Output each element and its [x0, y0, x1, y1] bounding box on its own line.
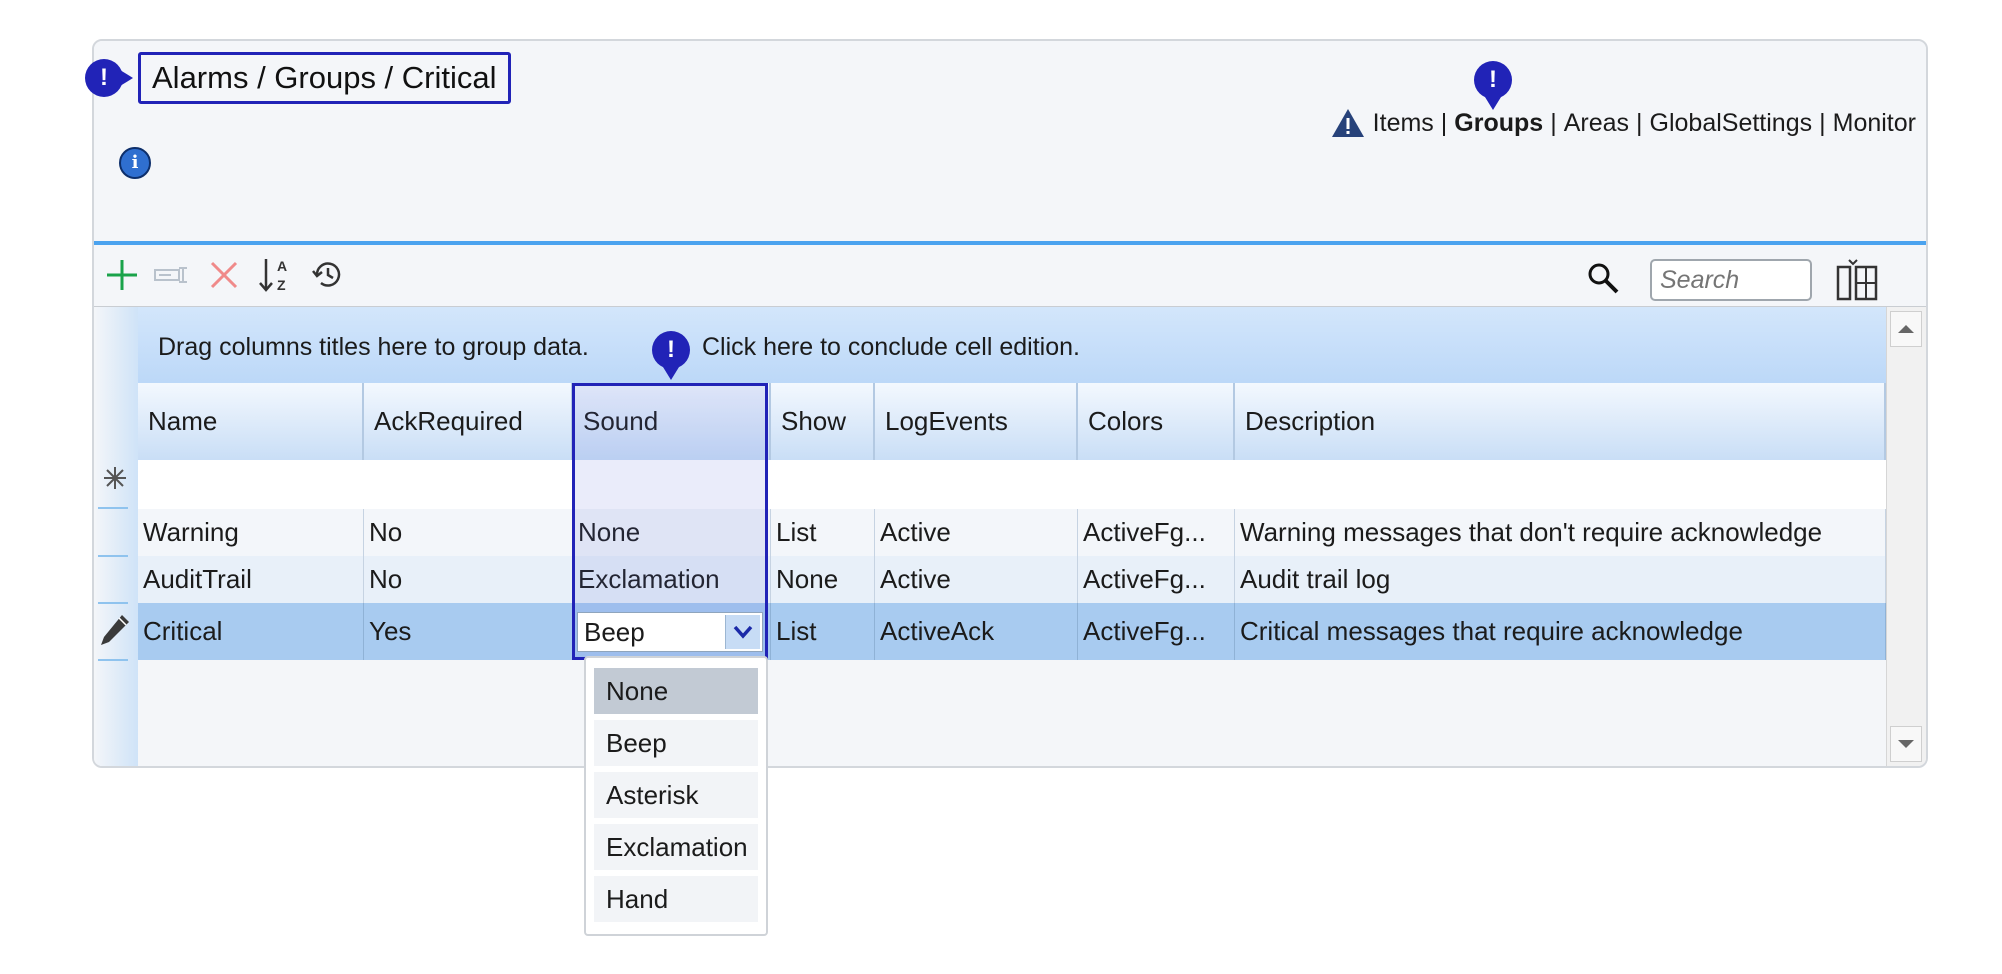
- column-header-show[interactable]: Show: [771, 383, 875, 460]
- nav-separator: |: [1819, 108, 1826, 137]
- cell-show[interactable]: List: [771, 509, 875, 556]
- attention-marker: !: [85, 59, 133, 97]
- warning-icon: [1331, 109, 1364, 137]
- cell-logevents[interactable]: Active: [875, 509, 1078, 556]
- cell-description[interactable]: Warning messages that don't require ackn…: [1235, 509, 1886, 556]
- attention-marker: !: [652, 331, 690, 380]
- nav-link-monitor[interactable]: Monitor: [1833, 109, 1916, 138]
- cell-ackrequired[interactable]: Yes: [364, 603, 573, 660]
- edit-pencil-icon: [101, 615, 129, 645]
- toolbar: A Z: [94, 245, 1926, 307]
- cell-show[interactable]: None: [771, 556, 875, 603]
- cell-logevents[interactable]: ActiveAck: [875, 603, 1078, 660]
- dropdown-option-exclamation[interactable]: Exclamation: [594, 824, 758, 870]
- dropdown-option-beep[interactable]: Beep: [594, 720, 758, 766]
- history-icon: [312, 262, 341, 287]
- cell-colors[interactable]: ActiveFg...: [1078, 556, 1235, 603]
- table-row[interactable]: AuditTrail No Exclamation None Active Ac…: [138, 556, 1886, 603]
- row-separator: [98, 507, 128, 509]
- search-input[interactable]: [1650, 259, 1812, 301]
- cell-colors[interactable]: ActiveFg...: [1078, 603, 1235, 660]
- nav-links: Items | Groups | Areas | GlobalSettings …: [1331, 108, 1916, 138]
- nav-separator: |: [1550, 108, 1557, 137]
- cell-logevents[interactable]: Active: [875, 556, 1078, 603]
- vertical-scrollbar[interactable]: [1886, 307, 1926, 766]
- add-button[interactable]: [104, 257, 140, 293]
- delete-icon: [210, 261, 238, 289]
- rename-button[interactable]: [154, 257, 190, 293]
- group-by-bar[interactable]: Drag columns titles here to group data. …: [138, 307, 1886, 383]
- dropdown-option-asterisk[interactable]: Asterisk: [594, 772, 758, 818]
- nav-link-items[interactable]: Items: [1373, 109, 1434, 138]
- svg-text:Z: Z: [277, 277, 286, 293]
- column-header-description[interactable]: Description: [1235, 383, 1886, 460]
- cell-description[interactable]: Audit trail log: [1235, 556, 1886, 603]
- sound-combobox[interactable]: Beep: [577, 612, 763, 652]
- info-icon[interactable]: i: [119, 147, 151, 179]
- cell-ackrequired[interactable]: No: [364, 509, 573, 556]
- column-header-ackrequired[interactable]: AckRequired: [364, 383, 573, 460]
- column-header-row: Name AckRequired Sound Show LogEvents Co…: [138, 383, 1886, 461]
- delete-button[interactable]: [206, 257, 242, 293]
- scroll-up-button[interactable]: [1890, 311, 1922, 347]
- sound-dropdown-list: None Beep Asterisk Exclamation Hand: [584, 656, 768, 936]
- table-row-selected[interactable]: Critical Yes List ActiveAck ActiveFg... …: [138, 603, 1886, 660]
- combobox-dropdown-button[interactable]: [725, 615, 760, 649]
- rename-icon: [154, 267, 187, 283]
- attention-marker: !: [1474, 61, 1512, 110]
- cell-ackrequired[interactable]: No: [364, 556, 573, 603]
- nav-separator: |: [1636, 108, 1643, 137]
- conclude-edit-link[interactable]: Click here to conclude cell edition.: [702, 307, 1080, 387]
- arrow-down-icon: [1898, 740, 1914, 748]
- cell-description[interactable]: Critical messages that require acknowled…: [1235, 603, 1886, 660]
- nav-link-areas[interactable]: Areas: [1564, 109, 1629, 138]
- dropdown-option-none[interactable]: None: [594, 668, 758, 714]
- row-separator: [98, 659, 128, 661]
- column-header-colors[interactable]: Colors: [1078, 383, 1235, 460]
- nav-link-groups[interactable]: Groups: [1454, 109, 1543, 138]
- row-separator: [98, 602, 128, 604]
- cell-sound[interactable]: Exclamation: [573, 556, 771, 603]
- column-header-sound[interactable]: Sound: [573, 383, 771, 460]
- page-header: Alarms / Groups / Critical i Items | Gro…: [94, 41, 1926, 241]
- new-row-icon: [104, 467, 126, 489]
- column-chooser-icon[interactable]: [1836, 257, 1880, 301]
- group-bar-hint: Drag columns titles here to group data.: [158, 333, 589, 361]
- arrow-up-icon: [1898, 325, 1914, 333]
- row-indicator-column: [94, 307, 138, 766]
- breadcrumb: Alarms / Groups / Critical: [138, 52, 511, 104]
- cell-sound[interactable]: None: [573, 509, 771, 556]
- column-header-logevents[interactable]: LogEvents: [875, 383, 1078, 460]
- sort-az-icon: A Z: [259, 258, 287, 293]
- sound-combobox-value: Beep: [584, 617, 645, 647]
- data-grid: Drag columns titles here to group data. …: [94, 307, 1886, 766]
- cell-colors[interactable]: ActiveFg...: [1078, 509, 1235, 556]
- cell-name[interactable]: AuditTrail: [138, 556, 364, 603]
- sort-button[interactable]: A Z: [258, 257, 294, 293]
- row-separator: [98, 555, 128, 557]
- nav-link-globalsettings[interactable]: GlobalSettings: [1650, 109, 1813, 138]
- chevron-down-icon: [733, 625, 753, 639]
- new-row[interactable]: [138, 460, 1886, 510]
- svg-text:A: A: [277, 258, 287, 274]
- history-button[interactable]: [310, 257, 346, 293]
- search-icon: [1588, 263, 1619, 294]
- column-header-name[interactable]: Name: [138, 383, 364, 460]
- cell-name[interactable]: Warning: [138, 509, 364, 556]
- alarm-groups-panel: Alarms / Groups / Critical i Items | Gro…: [92, 39, 1928, 768]
- add-icon: [107, 260, 137, 290]
- cell-show[interactable]: List: [771, 603, 875, 660]
- cell-name[interactable]: Critical: [138, 603, 364, 660]
- dropdown-option-hand[interactable]: Hand: [594, 876, 758, 922]
- table-row[interactable]: Warning No None List Active ActiveFg... …: [138, 509, 1886, 556]
- scroll-down-button[interactable]: [1890, 726, 1922, 762]
- nav-separator: |: [1440, 108, 1448, 137]
